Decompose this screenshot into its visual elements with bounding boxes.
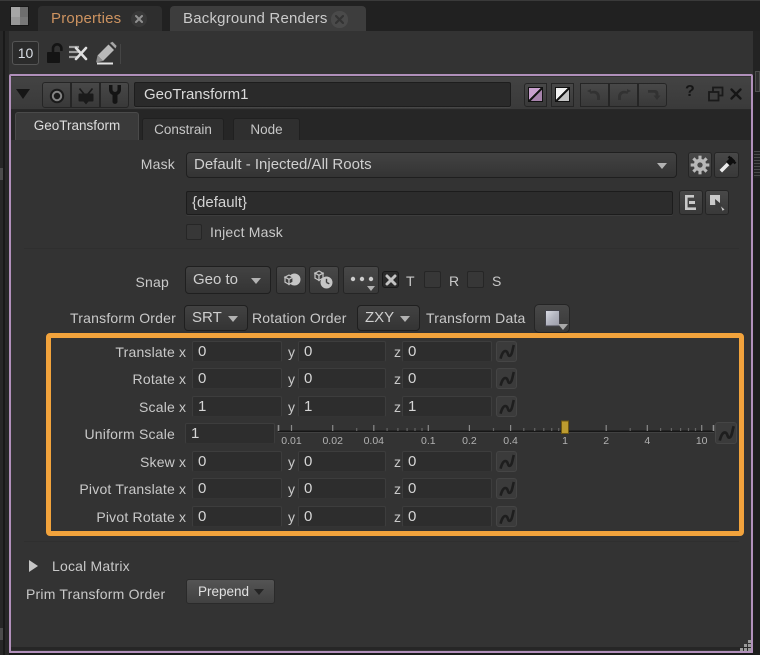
svg-text:0.1: 0.1 bbox=[421, 435, 436, 446]
svg-text:1: 1 bbox=[562, 435, 568, 446]
svg-text:2: 2 bbox=[603, 435, 609, 446]
svg-text:10: 10 bbox=[696, 435, 708, 446]
svg-text:0.2: 0.2 bbox=[462, 435, 477, 446]
svg-text:0.02: 0.02 bbox=[322, 435, 343, 446]
svg-text:0.4: 0.4 bbox=[503, 435, 518, 446]
svg-text:4: 4 bbox=[644, 435, 650, 446]
svg-text:0.01: 0.01 bbox=[281, 435, 302, 446]
svg-text:0.04: 0.04 bbox=[364, 435, 385, 446]
